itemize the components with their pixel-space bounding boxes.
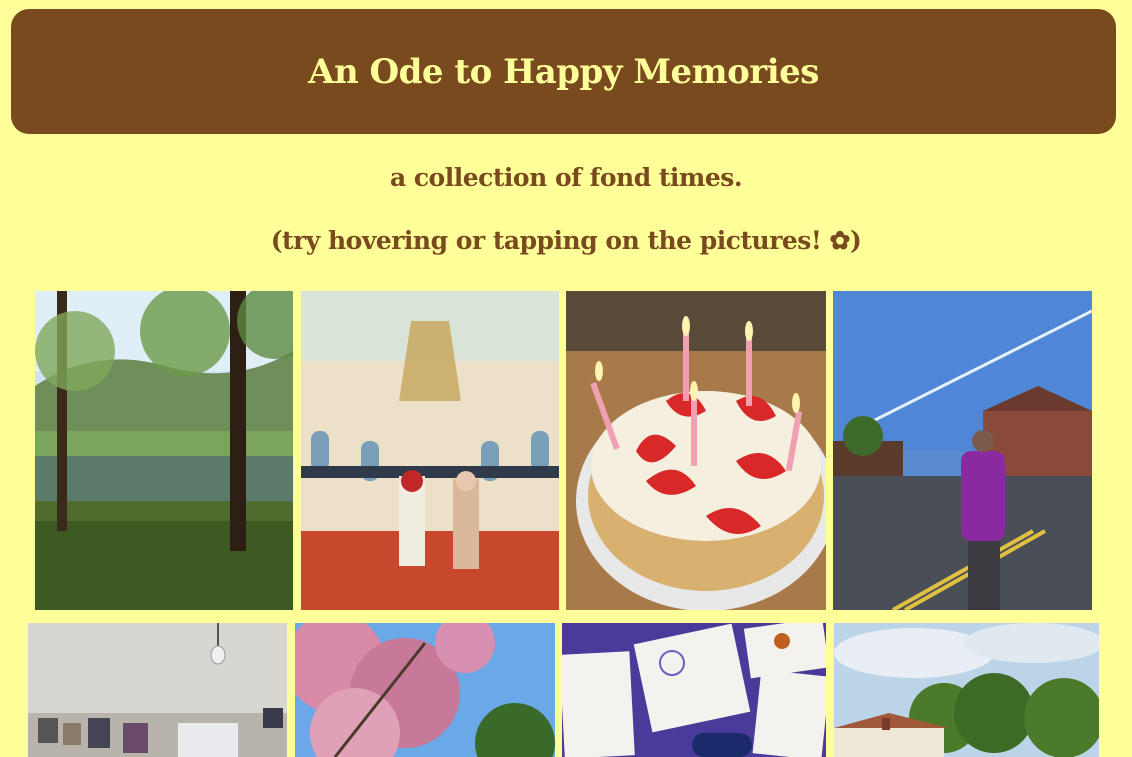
page-subtitle: a collection of fond times.: [389, 163, 743, 192]
photo-lake-forest[interactable]: [35, 291, 293, 610]
photo-bedroom[interactable]: [28, 623, 287, 757]
page-hint: (try hovering or tapping on the pictures…: [270, 226, 862, 255]
photo-drawings[interactable]: [562, 623, 826, 757]
photo-cherry-blossom[interactable]: [295, 623, 555, 757]
photo-street-church[interactable]: [833, 291, 1092, 610]
photo-mosque-interior[interactable]: [301, 291, 559, 610]
page-header: An Ode to Happy Memories: [11, 9, 1116, 134]
page-title: An Ode to Happy Memories: [308, 51, 819, 92]
photo-village-cottage[interactable]: [834, 623, 1099, 757]
photo-birthday-cake[interactable]: [566, 291, 826, 610]
